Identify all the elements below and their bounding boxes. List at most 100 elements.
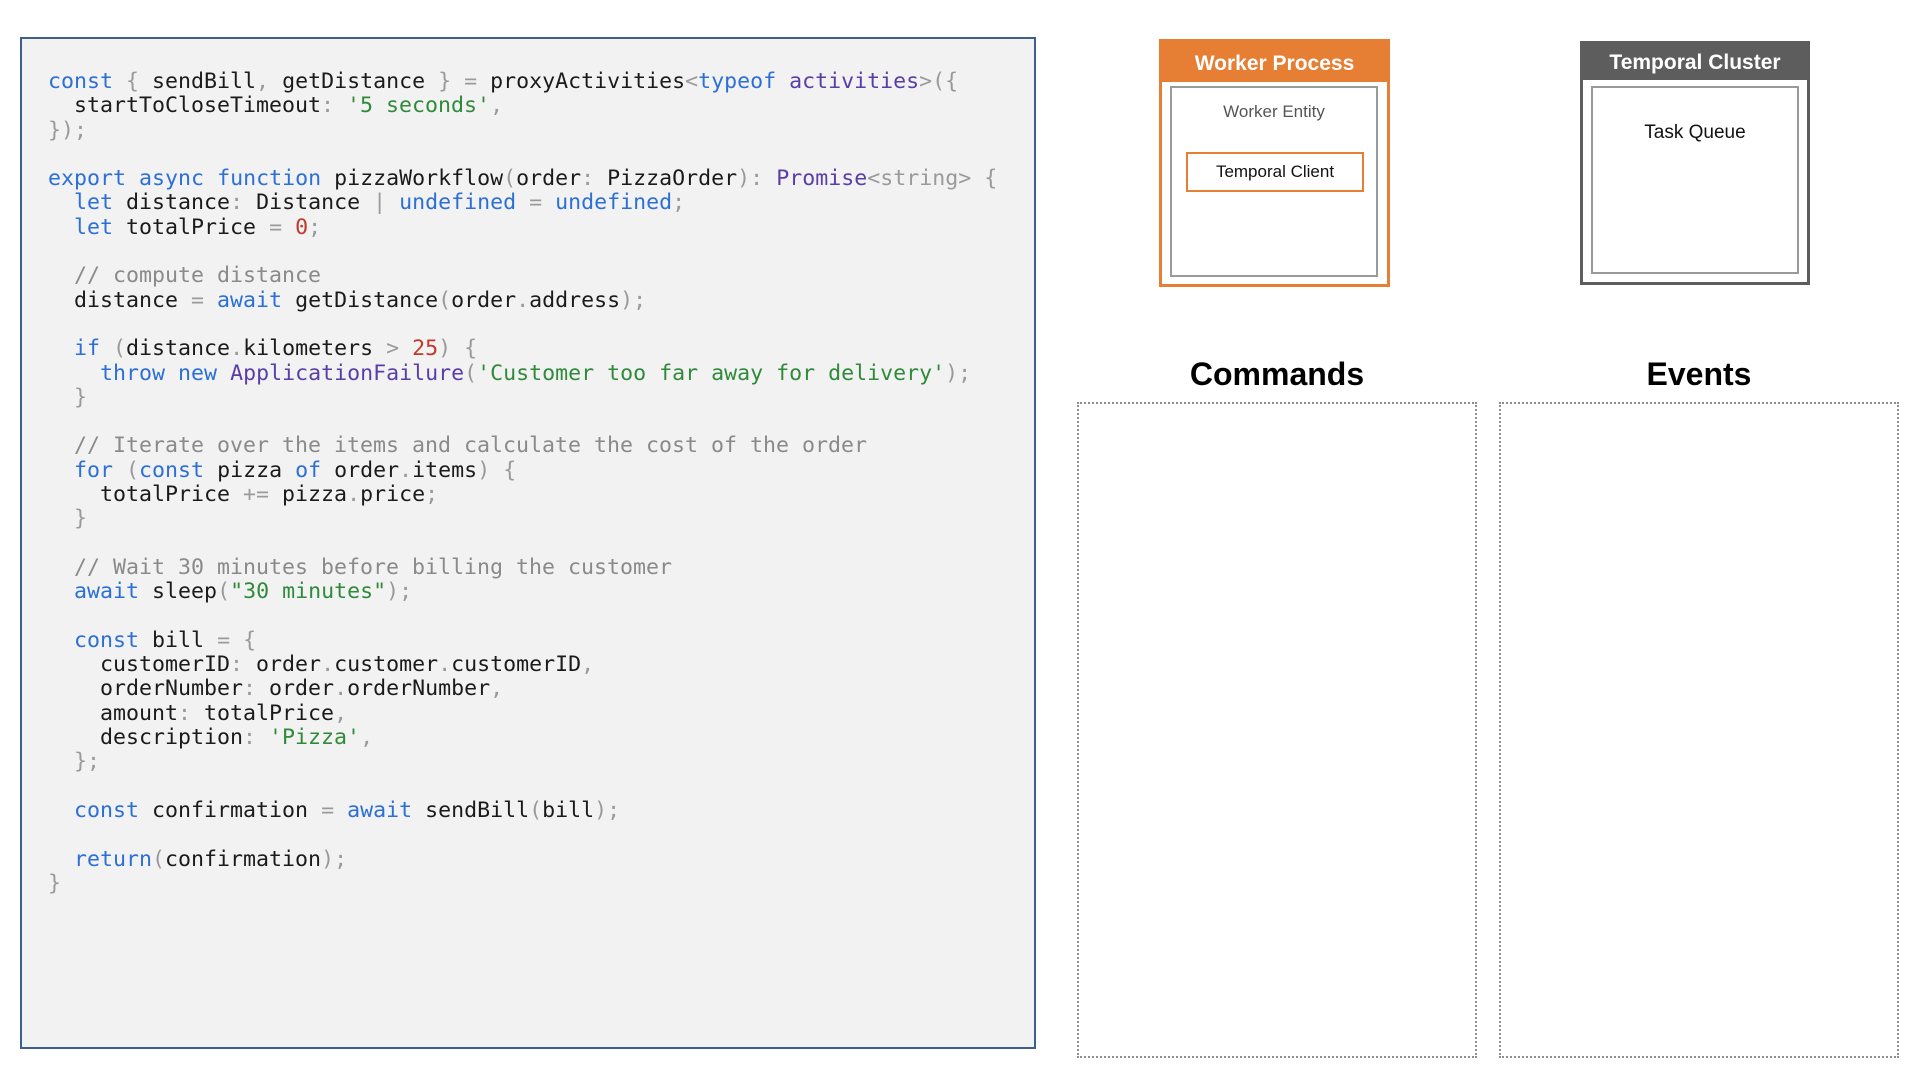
code-token: const (74, 627, 140, 653)
worker-entity-label: Worker Entity (1223, 102, 1325, 121)
code-token: pizza (282, 482, 348, 508)
code-line: amount: totalPrice, (48, 700, 997, 726)
code-token: address (529, 287, 621, 313)
code-line: }); (48, 118, 997, 143)
code-token: 'Customer too far away for delivery' (477, 360, 946, 386)
code-line: // Wait 30 minutes before billing the cu… (48, 554, 997, 580)
code-token: : (230, 652, 257, 678)
code-token: ); (594, 797, 621, 823)
code-token: ): (737, 166, 777, 192)
code-token: // Wait 30 minutes before billing the cu… (48, 554, 673, 580)
code-line: } (48, 507, 997, 531)
code-panel: const { sendBill, getDistance } = proxyA… (20, 37, 1036, 1049)
code-token: Promise (776, 166, 868, 192)
code-line: let distance: Distance | undefined = und… (48, 191, 997, 215)
code-token: = (178, 287, 218, 313)
code-token: ; (425, 482, 439, 508)
code-token: . (516, 287, 530, 313)
code-token: distance (74, 287, 179, 313)
code-token: distance (126, 190, 231, 216)
code-token: = (256, 214, 296, 240)
code-line: }; (48, 750, 997, 774)
code-token: : (178, 700, 205, 726)
code-line: const confirmation = await sendBill(bill… (48, 797, 997, 823)
code-token: // Iterate over the items and calculate … (48, 433, 868, 459)
code-token: kilometers (243, 336, 374, 362)
code-token: order (451, 287, 517, 313)
code-token: sendBill (425, 797, 530, 823)
code-token: ) { (477, 457, 517, 483)
code-token: order (256, 652, 322, 678)
events-list (1499, 402, 1899, 1058)
code-token: } (48, 506, 88, 532)
code-line: distance = await getDistance(order.addre… (48, 287, 997, 313)
code-token: proxyActivities (490, 69, 686, 94)
code-token: : (243, 725, 270, 751)
code-token: function (217, 166, 322, 192)
code-token: ( (529, 797, 543, 823)
worker-process-box: Worker Process Worker Entity Temporal Cl… (1159, 39, 1390, 287)
code-token: order (334, 457, 400, 483)
code-token: throw (100, 360, 166, 386)
code-token: }; (48, 749, 101, 775)
code-token: 'Pizza' (269, 725, 361, 751)
code-line: const { sendBill, getDistance } = proxyA… (48, 69, 997, 94)
code-token: for (74, 457, 114, 483)
code-line: customerID: order.customer.customerID, (48, 652, 997, 678)
code-token: } = (425, 69, 491, 94)
code-token: "30 minutes" (230, 579, 387, 605)
code-line: // Iterate over the items and calculate … (48, 434, 997, 458)
code-token: sendBill (152, 69, 257, 94)
code-token: ( (152, 846, 166, 872)
code-line: orderNumber: order.orderNumber, (48, 677, 997, 701)
code-token: confirmation (152, 797, 309, 823)
task-queue-label: Task Queue (1644, 122, 1746, 143)
code-token: ); (321, 846, 348, 872)
code-token: bill (152, 627, 205, 653)
code-token: : (243, 676, 270, 702)
code-token: return (74, 846, 153, 872)
code-token: ( (464, 360, 478, 386)
code-token: const (74, 797, 140, 823)
code-token: if (74, 336, 101, 362)
code-token: < (685, 69, 699, 94)
code-token: sleep (152, 579, 218, 605)
code-token: orderNumber (347, 676, 491, 702)
temporal-cluster-title: Temporal Cluster (1583, 44, 1807, 80)
code-token: totalPrice (126, 214, 257, 240)
code-token: } (48, 870, 62, 896)
code-token: += (230, 482, 283, 508)
code-token: async (139, 166, 205, 192)
code-token: const (139, 457, 205, 483)
code-token: order (269, 676, 335, 702)
code-token: confirmation (165, 846, 322, 872)
code-token: '5 seconds' (347, 93, 491, 119)
code-token: orderNumber (100, 676, 244, 702)
code-token: of (295, 457, 322, 483)
task-queue-box: Task Queue (1591, 86, 1799, 274)
code-token: customerID (451, 652, 582, 678)
code-token: price (360, 482, 426, 508)
code-token: , (256, 69, 283, 94)
code-token: ); (386, 579, 413, 605)
code-token: ); (945, 360, 972, 386)
code-token: // compute distance (48, 263, 322, 289)
code-token: = { (204, 627, 257, 653)
